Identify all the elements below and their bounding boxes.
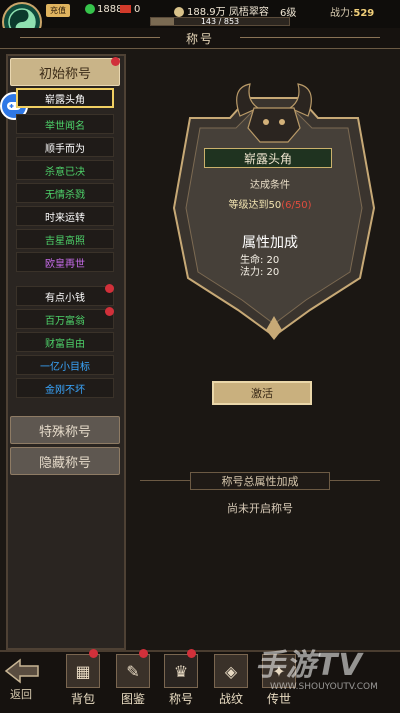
title-item[interactable]: 吉星高照 (16, 229, 114, 249)
notification-dot (105, 284, 114, 293)
total-bonus-text: 尚未开启称号 (227, 502, 293, 515)
nav-titles[interactable]: ♛ 称号 (156, 654, 206, 708)
title-item[interactable]: 有点小钱 (16, 286, 114, 306)
nav-battle-pattern[interactable]: ◈ 战纹 (206, 654, 256, 708)
category-special-titles[interactable]: 特殊称号 (10, 416, 120, 444)
watermark-logo: 手游TV (255, 648, 363, 683)
nav-codex[interactable]: ✎ 图鉴 (108, 654, 158, 708)
gold-icon (85, 4, 95, 14)
title-item[interactable]: 无情杀戮 (16, 183, 114, 203)
title-item[interactable]: 顺手而为 (16, 137, 114, 157)
notification-dot (111, 57, 120, 66)
notification-dot (139, 649, 148, 658)
emblem-icon: ◈ (214, 654, 248, 688)
back-arrow-icon (4, 658, 39, 684)
activate-button[interactable]: 激活 (212, 381, 312, 405)
book-icon: ✎ (116, 654, 150, 688)
selected-title-badge: 崭露头角 (204, 148, 332, 168)
page-title-bar: 称号 (0, 28, 400, 49)
silver-and-name: 188.9万 凤梧翠容 (174, 3, 269, 18)
condition-text: 等级达到50(6/50) (228, 200, 312, 211)
condition-heading: 达成条件 (250, 180, 290, 191)
title-item[interactable]: 金刚不坏 (16, 378, 114, 398)
title-item[interactable]: 百万富翁 (16, 309, 114, 329)
top-status-bar: 充值 18888 0 188.9万 凤梧翠容 6级 战力:529 143 / 8… (0, 0, 400, 29)
vip-recharge-button[interactable]: 充值 (46, 4, 70, 17)
title-item[interactable]: 一亿小目标 (16, 355, 114, 375)
condition-progress: (6/50) (281, 200, 312, 211)
notification-dot (105, 307, 114, 316)
watermark-url: WWW.SHOUYOUTV.COM (270, 682, 378, 692)
crown-icon: ♛ (164, 654, 198, 688)
silver-icon (174, 7, 184, 17)
title-item[interactable]: 时来运转 (16, 206, 114, 226)
attribute-mp: 法力: 20 (240, 267, 280, 278)
power-display: 战力:529 (330, 8, 375, 19)
notification-dot (187, 649, 196, 658)
divider (330, 480, 380, 481)
title-item[interactable]: 财富自由 (16, 332, 114, 352)
nav-backpack[interactable]: ▦ 背包 (58, 654, 108, 708)
coupon-icon (120, 5, 131, 13)
title-item[interactable]: 杀意已决 (16, 160, 114, 180)
category-hidden-titles[interactable]: 隐藏称号 (10, 447, 120, 475)
title-item[interactable]: 欧皇再世 (16, 252, 114, 272)
notification-dot (89, 649, 98, 658)
title-item[interactable]: 举世闻名 (16, 114, 114, 134)
exp-text: 143 / 853 (200, 17, 240, 26)
category-initial-titles[interactable]: 初始称号 (10, 58, 120, 86)
back-button[interactable]: 返回 (4, 658, 46, 706)
page-title: 称号 (185, 32, 214, 46)
title-item[interactable]: 崭露头角 (16, 88, 114, 108)
coupon-counter: 0 (120, 4, 140, 15)
attribute-bonus-heading: 属性加成 (242, 235, 298, 251)
total-bonus-title: 称号总属性加成 (190, 472, 330, 490)
divider (140, 480, 190, 481)
backpack-icon: ▦ (66, 654, 100, 688)
exp-bar: 143 / 853 (150, 17, 290, 26)
